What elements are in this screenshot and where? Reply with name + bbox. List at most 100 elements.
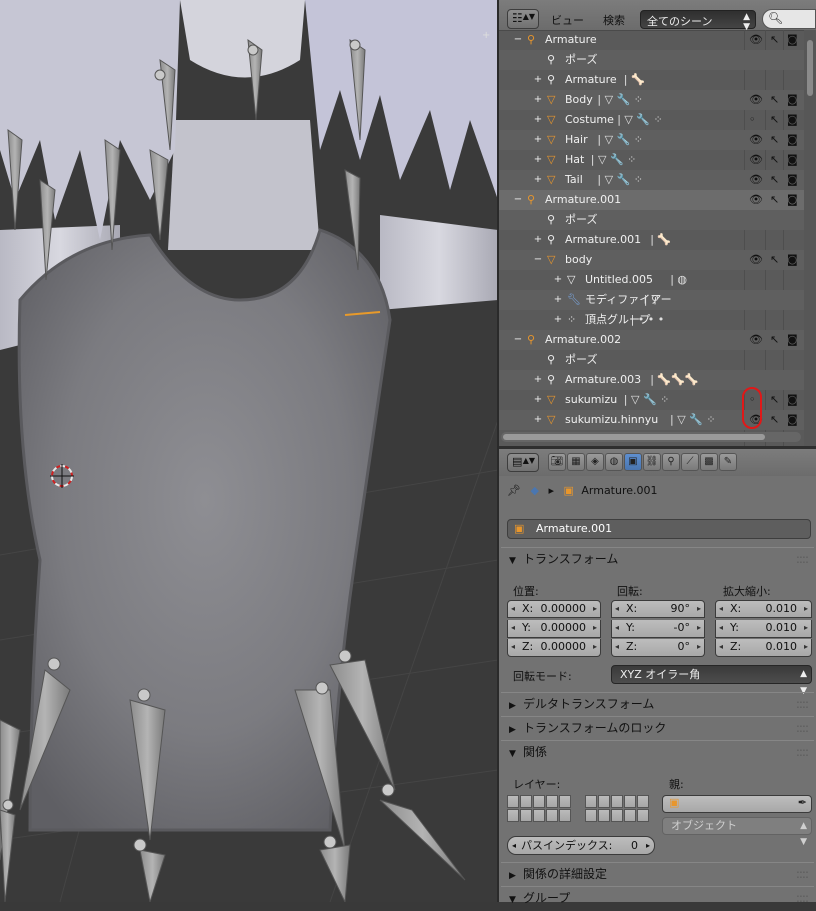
expand-icon[interactable]: +	[533, 130, 543, 150]
expand-icon[interactable]: +	[533, 410, 543, 430]
parent-field[interactable]: ▣ ✒	[662, 795, 812, 813]
render-camera-icon[interactable]: ◙	[787, 330, 798, 350]
outliner-row-children-icons[interactable]: | 🦴	[624, 70, 645, 90]
left-arrow-icon[interactable]: ◂	[615, 620, 619, 636]
scale-y-field[interactable]: ◂ Y: 0.010 ▸	[715, 619, 812, 638]
outliner-row-label[interactable]: body	[565, 250, 592, 270]
menu-search[interactable]: 検索	[603, 12, 625, 28]
left-arrow-icon[interactable]: ◂	[719, 620, 723, 636]
selectable-cursor-icon[interactable]: ↖	[770, 170, 779, 190]
expand-icon[interactable]: +	[553, 270, 563, 290]
visibility-eye-icon[interactable]: ◦	[749, 110, 756, 130]
outliner-row-label[interactable]: Armature.002	[545, 330, 621, 350]
scale-x-field[interactable]: ◂ X: 0.010 ▸	[715, 600, 812, 618]
selectable-cursor-icon[interactable]: ↖	[770, 90, 779, 110]
menu-view[interactable]: ビュー	[551, 12, 584, 28]
armature-tab-icon[interactable]: ⚲	[662, 453, 680, 471]
outliner-row-label[interactable]: ポーズ	[565, 50, 597, 70]
visibility-eye-icon[interactable]: 👁	[749, 30, 763, 50]
visibility-eye-icon[interactable]: 👁	[749, 130, 763, 150]
right-arrow-icon[interactable]: ▸	[804, 639, 808, 655]
outliner-row[interactable]: + ⚲ Armature.001 | 🦴	[499, 230, 804, 250]
transform-lock-panel-header[interactable]: ▶ トランスフォームのロック ::::	[501, 716, 814, 739]
outliner-row-label[interactable]: Hat	[565, 150, 584, 170]
expand-icon[interactable]: +	[553, 310, 563, 330]
render-camera-icon[interactable]: ◙	[787, 130, 798, 150]
outliner-hscrollbar[interactable]	[501, 432, 801, 442]
collapse-icon[interactable]: −	[513, 330, 523, 350]
visibility-eye-icon[interactable]: 👁	[749, 330, 763, 350]
outliner-row[interactable]: ⚲ ポーズ	[499, 210, 804, 230]
outliner-row-children-icons[interactable]: | ▽ 🔧 ⁘	[591, 150, 637, 170]
outliner-row-label[interactable]: Costume	[565, 110, 614, 130]
scene-tab-icon[interactable]: ◈	[586, 453, 604, 471]
rotation-y-field[interactable]: ◂ Y: -0° ▸	[611, 619, 705, 638]
render-camera-icon[interactable]: ◙	[787, 90, 798, 110]
outliner-row-children-icons[interactable]: | ⚲	[644, 290, 659, 310]
left-arrow-icon[interactable]: ◂	[719, 601, 723, 617]
outliner-row-label[interactable]: Body	[565, 90, 593, 110]
constraints-tab-icon[interactable]: ⛓	[643, 453, 661, 471]
right-arrow-icon[interactable]: ▸	[697, 601, 701, 617]
selectable-cursor-icon[interactable]: ↖	[770, 330, 779, 350]
outliner-row-label[interactable]: Armature	[545, 30, 597, 50]
left-arrow-icon[interactable]: ◂	[615, 639, 619, 655]
right-arrow-icon[interactable]: ▸	[646, 837, 650, 854]
selectable-cursor-icon[interactable]: ↖	[770, 30, 779, 50]
object-name-field[interactable]: ▣ Armature.001	[507, 519, 811, 539]
selectable-cursor-icon[interactable]: ↖	[770, 150, 779, 170]
outliner-row[interactable]: + ▽ Hat | ▽ 🔧 ⁘ 👁 ↖ ◙	[499, 150, 804, 170]
transform-panel-header[interactable]: ▼ トランスフォーム ::::	[501, 547, 814, 570]
outliner-row-children-icons[interactable]: | 🦴🦴🦴	[650, 370, 698, 390]
outliner-row[interactable]: + ▽ Body | ▽ 🔧 ⁘ 👁 ↖ ◙	[499, 90, 804, 110]
outliner-row-children-icons[interactable]: | ▽ 🔧 ⁘	[624, 390, 670, 410]
outliner-row-label[interactable]: Armature.001	[565, 230, 641, 250]
right-arrow-icon[interactable]: ▸	[593, 601, 597, 617]
3d-viewport[interactable]: +	[0, 0, 498, 902]
outliner-row-label[interactable]: Hair	[565, 130, 588, 150]
object-tab-icon[interactable]: ▣	[624, 453, 642, 471]
render-tab-icon[interactable]: 📷︎	[548, 453, 566, 471]
expand-icon[interactable]: +	[533, 370, 543, 390]
right-arrow-icon[interactable]: ▸	[804, 620, 808, 636]
rotation-x-field[interactable]: ◂ X: 90° ▸	[611, 600, 705, 618]
outliner-row-children-icons[interactable]: | ▽ 🔧 ⁘	[670, 410, 716, 430]
groups-panel-header[interactable]: ▼ グループ ::::	[501, 886, 814, 909]
outliner-row-label[interactable]: Armature.003	[565, 370, 641, 390]
layers-grid-a[interactable]	[507, 795, 571, 823]
outliner-vscrollbar[interactable]	[804, 30, 816, 446]
outliner-row-label[interactable]: Untitled.005	[585, 270, 653, 290]
visibility-eye-icon[interactable]: 👁	[749, 190, 763, 210]
outliner-row-children-icons[interactable]: | ▽ 🔧 ⁘	[597, 130, 643, 150]
drag-grip-icon[interactable]: ::::	[796, 741, 809, 763]
expand-icon[interactable]: +	[533, 170, 543, 190]
outliner-row-label[interactable]: Armature.001	[545, 190, 621, 210]
pass-index-field[interactable]: ◂ パスインデックス: 0 ▸	[507, 836, 655, 855]
left-arrow-icon[interactable]: ◂	[511, 639, 515, 655]
render-camera-icon[interactable]: ◙	[787, 170, 798, 190]
outliner-row[interactable]: + ⚲ Armature.003 | 🦴🦴🦴	[499, 370, 804, 390]
drag-grip-icon[interactable]: ::::	[796, 693, 809, 715]
location-z-field[interactable]: ◂ Z: 0.00000 ▸	[507, 639, 601, 657]
visibility-eye-icon[interactable]: 👁	[749, 90, 763, 110]
drag-grip-icon[interactable]: ::::	[796, 717, 809, 739]
render-layers-tab-icon[interactable]: ▦	[567, 453, 585, 471]
outliner-row[interactable]: − ⚲ Armature.001 👁 ↖ ◙	[499, 190, 804, 210]
outliner-row[interactable]: ⚲ ポーズ	[499, 350, 804, 370]
scrollbar-thumb[interactable]	[503, 434, 765, 440]
outliner-row-children-icons[interactable]: | ▽ 🔧 ⁘	[597, 90, 643, 110]
outliner-row[interactable]: − ▽ body 👁 ↖ ◙	[499, 250, 804, 270]
outliner-row[interactable]: − ⚲ Armature 👁 ↖ ◙	[499, 30, 804, 50]
rotation-z-field[interactable]: ◂ Z: 0° ▸	[611, 639, 705, 657]
left-arrow-icon[interactable]: ◂	[511, 601, 515, 617]
outliner-row[interactable]: + ▽ Hair | ▽ 🔧 ⁘ 👁 ↖ ◙	[499, 130, 804, 150]
scrollbar-thumb[interactable]	[807, 40, 813, 96]
render-camera-icon[interactable]: ◙	[787, 250, 798, 270]
editor-type-button[interactable]: ▤ ▲▼	[507, 453, 539, 472]
world-tab-icon[interactable]: ◍	[605, 453, 623, 471]
selectable-cursor-icon[interactable]: ↖	[770, 130, 779, 150]
outliner-row[interactable]: − ⚲ Armature.002 👁 ↖ ◙	[499, 330, 804, 350]
expand-icon[interactable]: +	[533, 70, 543, 90]
outliner-row-children-icons[interactable]: | ◍	[670, 270, 687, 290]
eyedropper-icon[interactable]: ✒	[798, 796, 807, 809]
